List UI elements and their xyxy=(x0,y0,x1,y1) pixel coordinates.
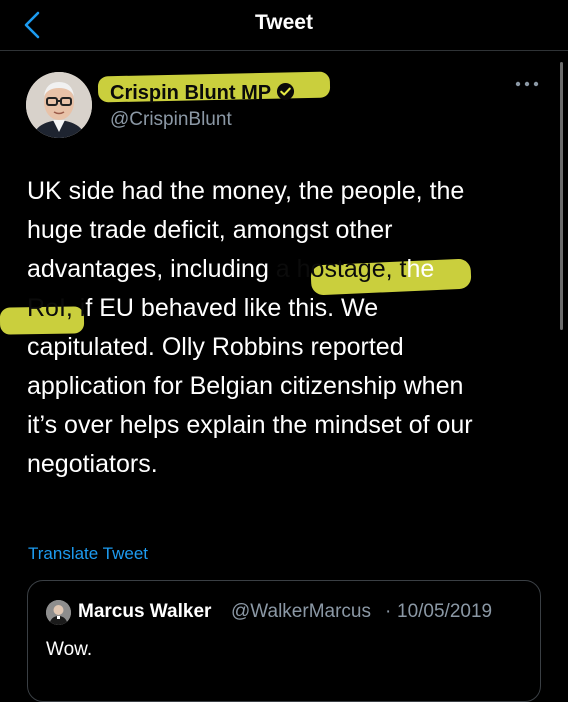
tweet-line: it’s over helps explain the mindset of o… xyxy=(27,411,473,439)
quote-author-photo xyxy=(46,600,71,625)
quote-avatar[interactable] xyxy=(46,600,71,625)
tweet-line: advantages, including a hostage, the xyxy=(27,250,547,289)
tweet-line: huge trade deficit, amongst other xyxy=(27,216,393,244)
page-title: Tweet xyxy=(255,11,313,34)
avatar[interactable] xyxy=(26,72,92,138)
author-photo xyxy=(26,72,92,138)
line-text: he xyxy=(406,255,435,283)
highlighted-text: a hostage, t xyxy=(275,255,407,283)
highlighted-text: RoI, i xyxy=(27,294,86,322)
tweet-line: application for Belgian citizenship when xyxy=(27,372,464,400)
line-text: f EU behaved like this. We xyxy=(85,294,379,322)
quote-author-name: Marcus Walker xyxy=(78,601,212,622)
quote-separator: · xyxy=(385,601,392,622)
author-name[interactable]: Crispin Blunt MP xyxy=(110,82,271,105)
more-dots-icon[interactable] xyxy=(514,78,540,90)
line-text: advantages, including xyxy=(27,255,276,283)
tweet-line: RoI, if EU behaved like this. We xyxy=(27,289,547,328)
top-bar: Tweet xyxy=(0,0,568,50)
quote-author-handle: @WalkerMarcus xyxy=(231,601,371,622)
tweet-line: UK side had the money, the people, the xyxy=(27,177,465,205)
scrollbar[interactable] xyxy=(560,62,563,330)
tweet-text: UK side had the money, the people, the h… xyxy=(27,172,547,484)
quoted-tweet[interactable]: Marcus Walker @WalkerMarcus · 10/05/2019… xyxy=(27,580,541,702)
author-handle[interactable]: @CrispinBlunt xyxy=(110,109,232,131)
tweet-line: capitulated. Olly Robbins reported xyxy=(27,333,404,361)
quote-text: Wow. xyxy=(46,639,93,660)
header-divider xyxy=(0,50,568,51)
verified-badge-icon xyxy=(276,82,295,101)
tweet-line: negotiators. xyxy=(27,450,158,478)
translate-tweet-link[interactable]: Translate Tweet xyxy=(28,544,148,564)
quote-date: 10/05/2019 xyxy=(397,601,493,622)
